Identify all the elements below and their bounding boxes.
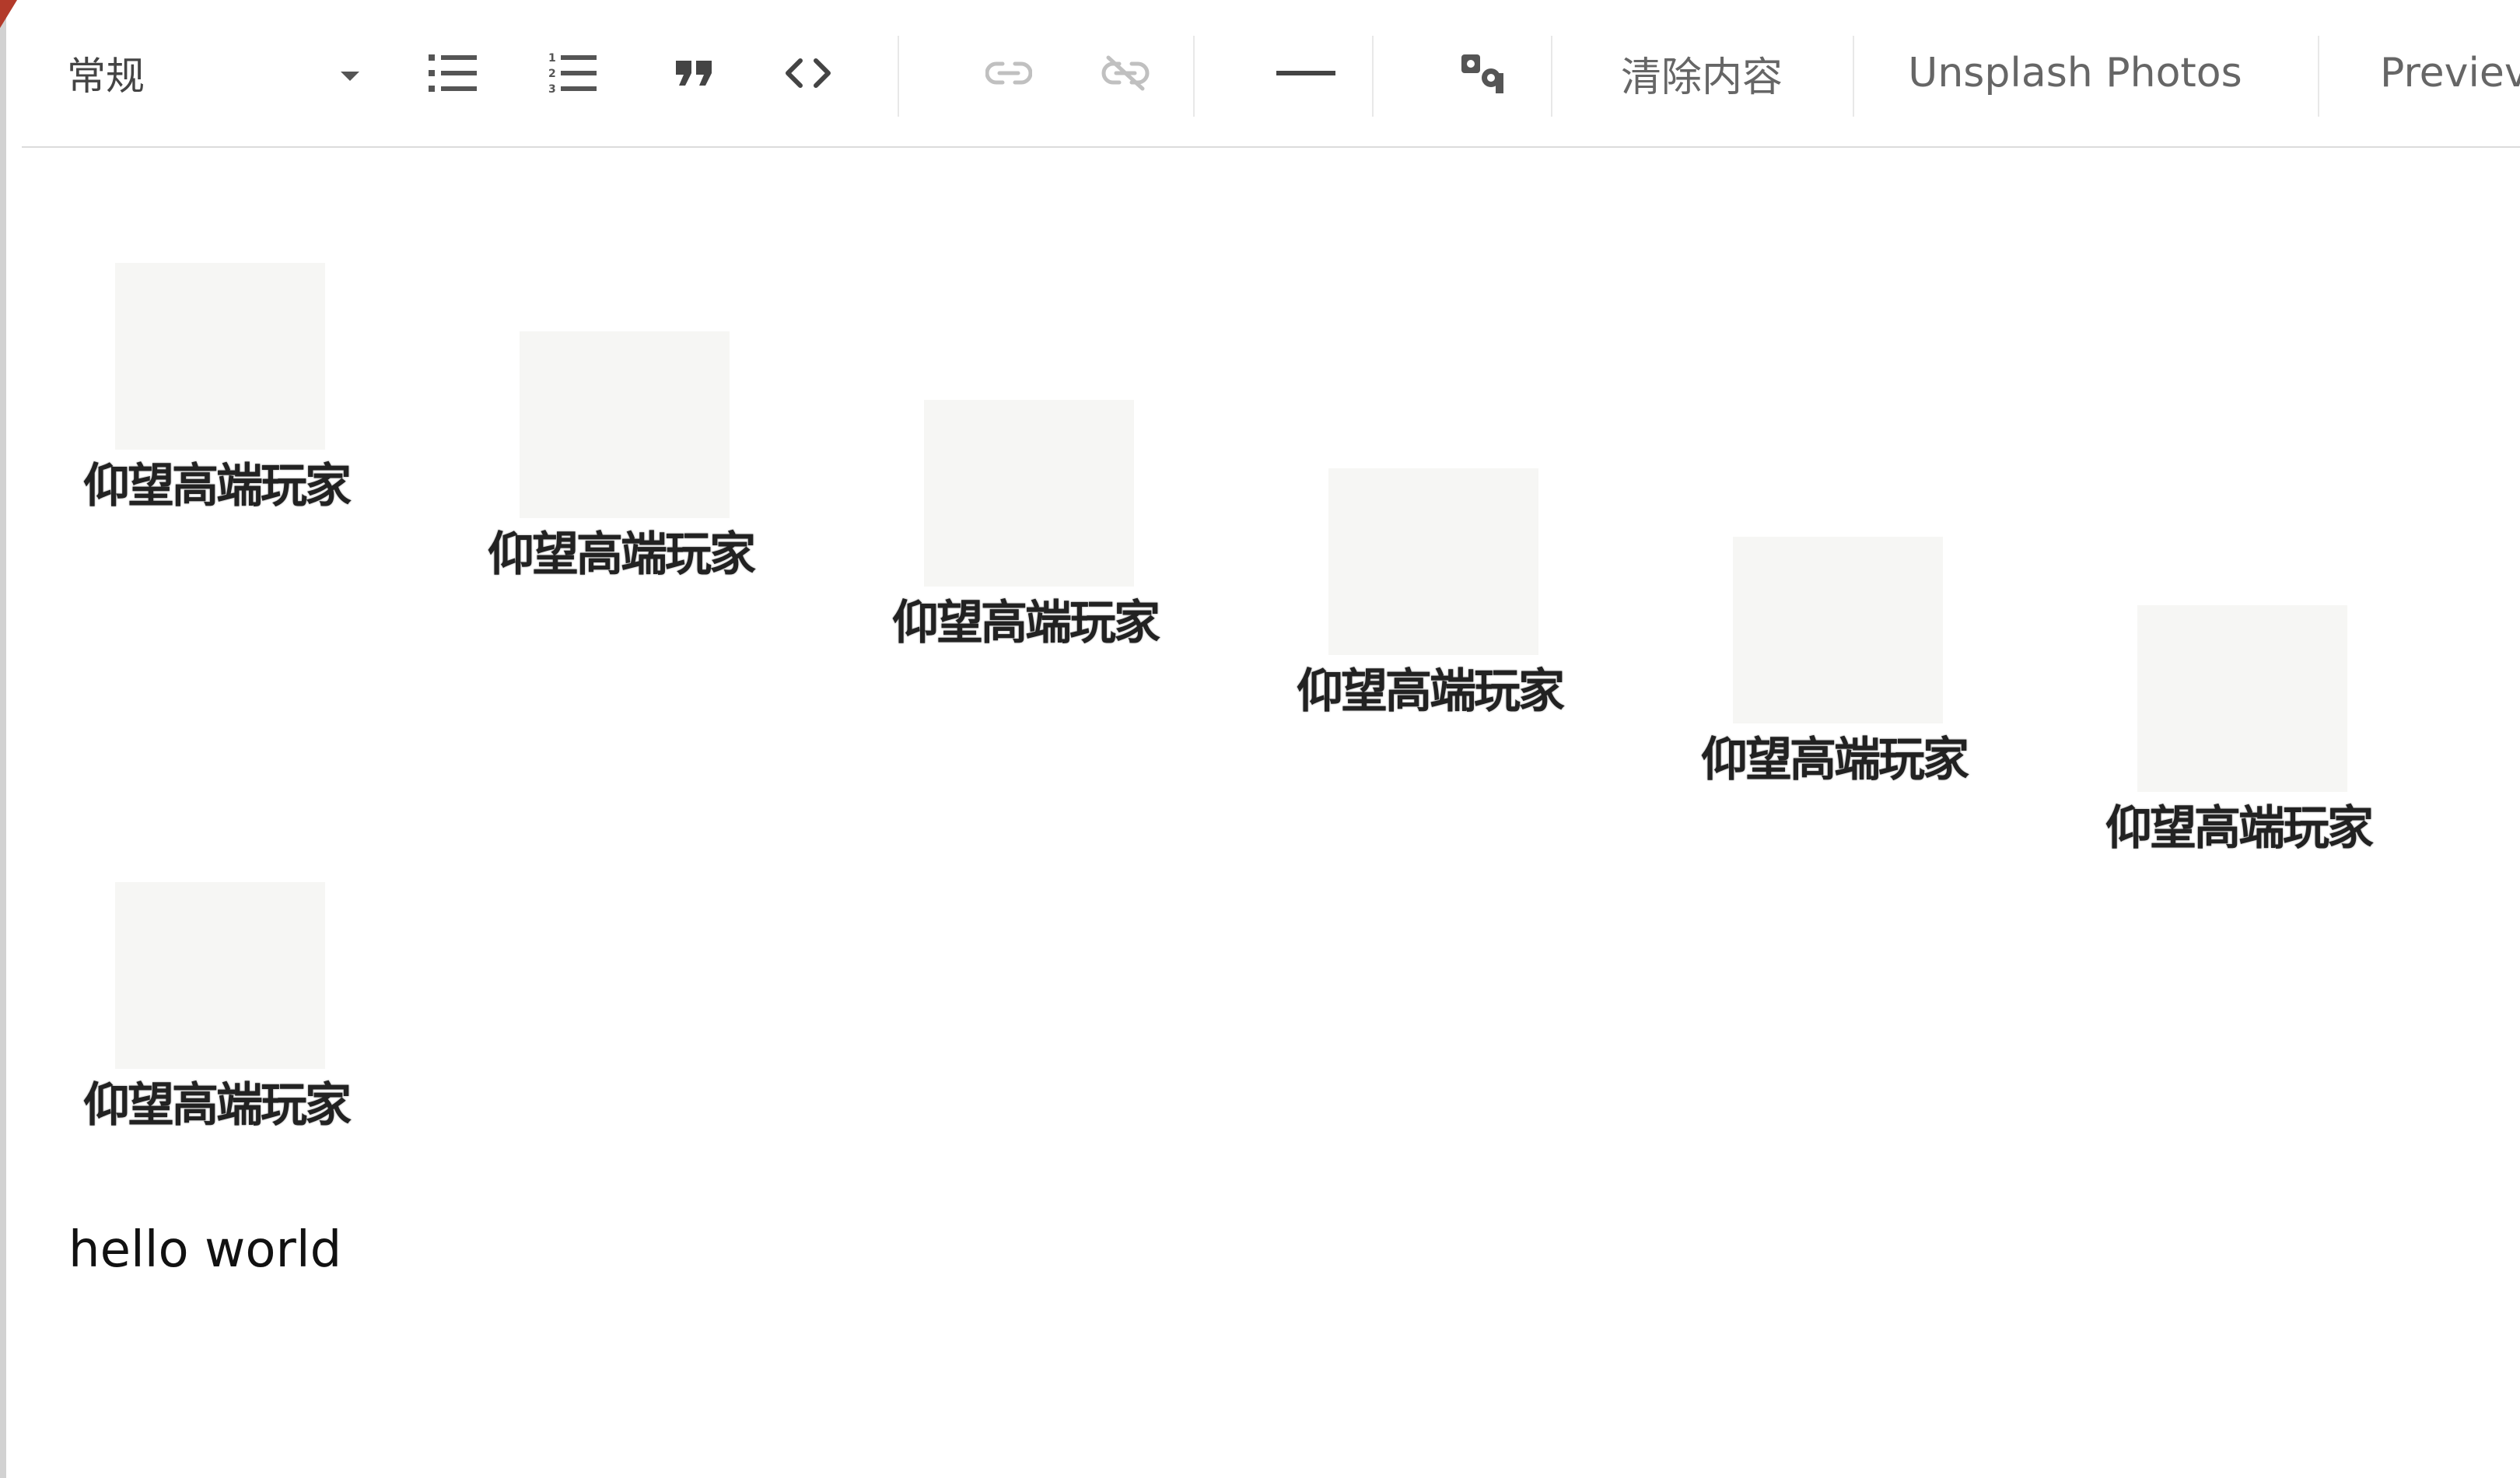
code-button[interactable] (765, 0, 851, 146)
sticker-background (115, 263, 325, 450)
sticker-background (924, 400, 1134, 587)
sticker-caption: 仰望高端玩家 (1297, 664, 1565, 719)
sticker-caption: 仰望高端玩家 (1701, 733, 1969, 787)
link-icon (985, 61, 1032, 85)
toolbar-separator (2318, 36, 2319, 117)
toolbar-separator (898, 36, 899, 117)
format-dropdown[interactable]: 常规 (67, 0, 378, 146)
preview-button[interactable]: Previev (2380, 0, 2520, 146)
svg-text:3: 3 (548, 83, 556, 95)
sticker-background (2137, 605, 2347, 792)
sticker-caption: 仰望高端玩家 (83, 459, 352, 513)
sticker-image: 仰望高端玩家 (68, 263, 364, 527)
sticker-caption: 仰望高端玩家 (488, 527, 756, 582)
toolbar-separator (1372, 36, 1374, 117)
toolbar-separator (1853, 36, 1854, 117)
svg-text:1: 1 (548, 52, 556, 65)
blockquote-button[interactable] (652, 0, 737, 146)
sticker-image: 仰望高端玩家 (68, 882, 364, 1147)
sticker-image: 仰望高端玩家 (473, 331, 768, 596)
sticker-image: 仰望高端玩家 (1282, 468, 1577, 733)
sticker-image: 仰望高端玩家 (1686, 537, 1982, 801)
sticker-background (115, 882, 325, 1069)
sticker-background (1733, 537, 1943, 723)
corner-marker (0, 0, 17, 28)
sticker-caption: 仰望高端玩家 (2105, 801, 2374, 856)
editor-content[interactable]: 仰望高端玩家 仰望高端玩家 仰望高端玩家 仰望高端玩家 仰望高端玩家 仰望高端玩… (22, 148, 2520, 1478)
unsplash-photos-button[interactable]: Unsplash Photos (1873, 0, 2277, 146)
editor-toolbar: 常规 1 2 3 清除内容 Unsplash Photos Previev (22, 0, 2520, 148)
sticker-background (1328, 468, 1538, 655)
svg-text:2: 2 (548, 68, 556, 80)
numbered-list-button[interactable]: 1 2 3 (530, 0, 616, 146)
code-icon (786, 58, 831, 88)
horizontal-rule-button[interactable] (1263, 0, 1349, 146)
unlink-icon (1101, 55, 1150, 91)
sticker-caption: 仰望高端玩家 (83, 1078, 352, 1133)
quote-icon (676, 61, 712, 86)
sticker-background (520, 331, 730, 518)
clear-content-button[interactable]: 清除内容 (1570, 0, 1834, 146)
format-dropdown-label: 常规 (67, 54, 145, 99)
toolbar-separator (1551, 36, 1552, 117)
sticker-image: 仰望高端玩家 (2091, 605, 2386, 870)
bulleted-list-icon (429, 54, 477, 92)
sticker-image: 仰望高端玩家 (877, 400, 1173, 664)
window-left-border (0, 0, 6, 1478)
toolbar-separator (1193, 36, 1195, 117)
chevron-down-icon (341, 72, 359, 81)
paragraph-text[interactable]: hello world (68, 1221, 341, 1279)
bulleted-list-button[interactable] (411, 0, 496, 146)
horizontal-rule-icon (1276, 71, 1335, 75)
link-button[interactable] (966, 0, 1052, 146)
image-icon (1461, 54, 1503, 93)
unlink-button[interactable] (1083, 0, 1168, 146)
sticker-caption: 仰望高端玩家 (892, 596, 1160, 650)
insert-image-button[interactable] (1440, 0, 1526, 146)
numbered-list-icon: 1 2 3 (548, 52, 597, 95)
